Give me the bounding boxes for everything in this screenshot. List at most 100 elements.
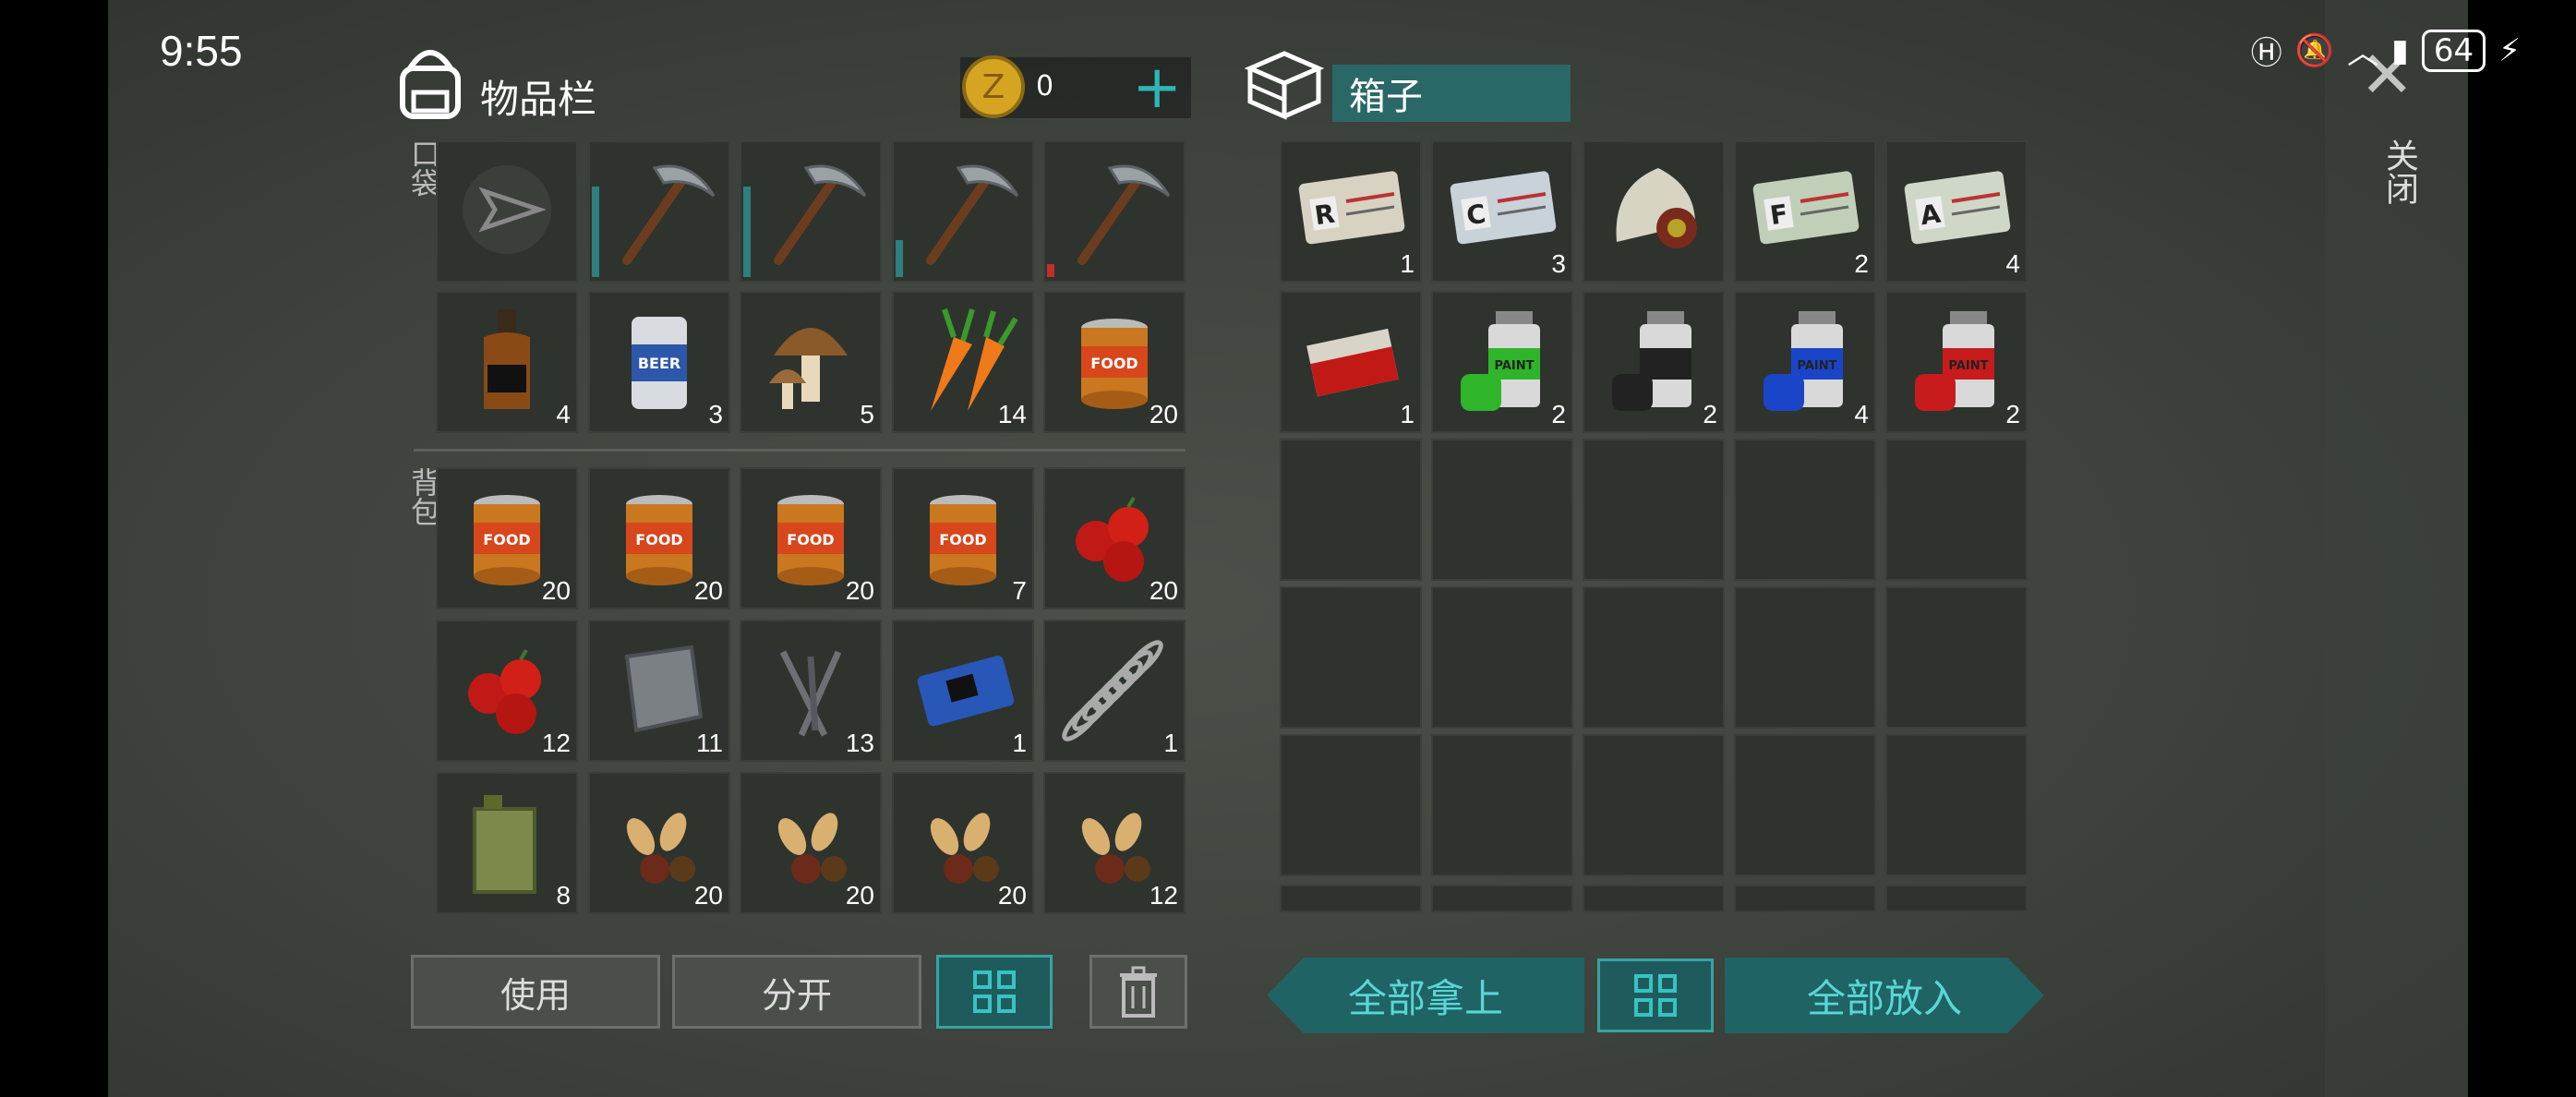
mushroom-icon [769, 328, 848, 409]
inventory-slot[interactable]: 12 [436, 620, 578, 762]
inventory-slot[interactable]: FOOD 7 [892, 467, 1034, 609]
put-all-button[interactable]: 全部放入 [1725, 958, 2044, 1033]
inventory-slot[interactable] [1280, 734, 1422, 876]
inventory-slot[interactable] [1885, 734, 2028, 876]
container-sort-button[interactable] [1597, 958, 1714, 1032]
item-count: 2 [1703, 400, 1717, 428]
close-icon[interactable]: ✕ [2360, 37, 2414, 113]
item-count: 8 [556, 881, 571, 910]
card-r-icon: R [1298, 171, 1405, 245]
inventory-slot[interactable]: PAINT 4 [1734, 291, 1876, 433]
inventory-slot[interactable] [1583, 439, 1725, 581]
card-c-icon: C [1450, 171, 1557, 245]
inventory-slot[interactable]: 20 [892, 772, 1034, 914]
pickaxe-icon [926, 164, 1019, 265]
inventory-slot[interactable]: 14 [892, 291, 1034, 433]
inventory-slot[interactable]: 4 [436, 291, 578, 433]
inventory-slot[interactable] [1431, 885, 1573, 912]
add-coins-button[interactable]: + [1132, 54, 1182, 122]
inventory-slot[interactable]: 1 [892, 620, 1034, 762]
item-count: 20 [1149, 400, 1178, 428]
item-count: 13 [845, 729, 874, 757]
durability-bar [743, 187, 751, 277]
inventory-slot[interactable] [1734, 885, 1876, 912]
inventory-slot[interactable]: 20 [1043, 467, 1186, 609]
inventory-slot[interactable] [588, 140, 730, 283]
inventory-slot[interactable]: 12 [1043, 772, 1186, 914]
put-all-label: 全部放入 [1806, 975, 1962, 1021]
inventory-slot[interactable] [436, 140, 578, 283]
inventory-slot[interactable]: PAINT 2 [1431, 291, 1573, 433]
inventory-slot[interactable]: 1 [1280, 291, 1422, 433]
take-all-button[interactable]: 全部拿上 [1267, 958, 1584, 1033]
inventory-slot[interactable] [1431, 586, 1573, 729]
inventory-slot[interactable] [1043, 140, 1186, 283]
inventory-slot[interactable]: C3 [1431, 140, 1573, 283]
grid-icon [1634, 974, 1677, 1017]
inventory-slot[interactable]: FOOD 20 [740, 467, 882, 609]
svg-text:BEER: BEER [638, 355, 680, 372]
inventory-slot[interactable] [892, 140, 1034, 283]
use-button[interactable]: 使用 [411, 955, 660, 1029]
inventory-slot[interactable] [1280, 885, 1422, 912]
inventory-slot[interactable]: PAINT 2 [1885, 291, 2028, 433]
trash-icon [1120, 966, 1157, 1018]
inventory-slot[interactable]: FOOD 20 [588, 467, 730, 609]
grid-icon [973, 970, 1016, 1013]
split-button[interactable]: 分开 [672, 955, 921, 1029]
inventory-slot[interactable] [1431, 734, 1573, 876]
inventory-slot[interactable]: FOOD 20 [1043, 291, 1186, 433]
inventory-slot[interactable]: 11 [588, 620, 730, 762]
inventory-slot[interactable] [740, 140, 882, 283]
inventory-slot[interactable]: 8 [436, 772, 578, 914]
close-label[interactable]: 关闭 [2375, 139, 2423, 205]
item-count: 2 [2005, 400, 2020, 428]
item-count: 2 [1854, 249, 1869, 278]
pickaxe-icon [1077, 164, 1171, 265]
inventory-slot[interactable] [1885, 586, 2028, 729]
svg-text:PAINT: PAINT [1798, 359, 1837, 373]
inventory-slot[interactable]: FOOD 20 [436, 467, 578, 609]
inventory-slot[interactable] [1885, 439, 2028, 581]
inventory-slot[interactable] [1583, 734, 1725, 876]
inventory-slot[interactable]: 20 [588, 772, 730, 914]
inventory-slot[interactable] [1885, 885, 2028, 912]
spring-icon [1062, 640, 1163, 741]
inventory-slot[interactable]: PAINT 2 [1583, 291, 1725, 433]
item-count: 1 [1163, 729, 1178, 757]
inventory-slot[interactable]: A4 [1885, 140, 2028, 283]
trash-button[interactable] [1089, 955, 1187, 1029]
svg-text:FOOD: FOOD [635, 531, 682, 548]
inventory-slot[interactable]: 20 [740, 772, 882, 914]
inventory-slot[interactable] [1583, 885, 1725, 912]
sort-grid-button[interactable] [936, 955, 1053, 1029]
svg-text:FOOD: FOOD [787, 531, 834, 548]
svg-text:FOOD: FOOD [939, 531, 986, 548]
charging-icon: ⚡ [2498, 31, 2521, 69]
inventory-slot[interactable] [1431, 439, 1573, 581]
svg-text:FOOD: FOOD [483, 531, 530, 548]
coin-display: Z 0 + [960, 54, 1191, 122]
item-count: 1 [1012, 729, 1027, 757]
container-name-field[interactable]: 箱子 [1332, 65, 1571, 122]
mute-icon: 🔕 [2294, 31, 2335, 69]
inventory-slot[interactable]: R1 [1280, 140, 1422, 283]
inventory-slot[interactable] [1734, 439, 1876, 581]
inventory-slot[interactable]: 1 [1043, 620, 1186, 762]
section-divider [414, 449, 1186, 452]
inventory-slot[interactable] [1280, 586, 1422, 729]
take-all-label: 全部拿上 [1347, 975, 1503, 1021]
inventory-slot[interactable]: BEER 3 [588, 291, 730, 433]
inventory-slot[interactable]: 5 [740, 291, 882, 433]
cigarettes-icon [1306, 328, 1399, 397]
inventory-slot[interactable]: F2 [1734, 140, 1876, 283]
inventory-slot[interactable]: 13 [740, 620, 882, 762]
inventory-slot[interactable] [1734, 734, 1876, 876]
paint-green-icon: PAINT [1461, 311, 1540, 411]
item-count: 4 [556, 400, 571, 428]
inventory-slot[interactable] [1583, 140, 1725, 283]
inventory-slot[interactable] [1583, 586, 1725, 729]
coin-icon: Z [962, 55, 1025, 118]
inventory-slot[interactable] [1280, 439, 1422, 581]
inventory-slot[interactable] [1734, 586, 1876, 729]
